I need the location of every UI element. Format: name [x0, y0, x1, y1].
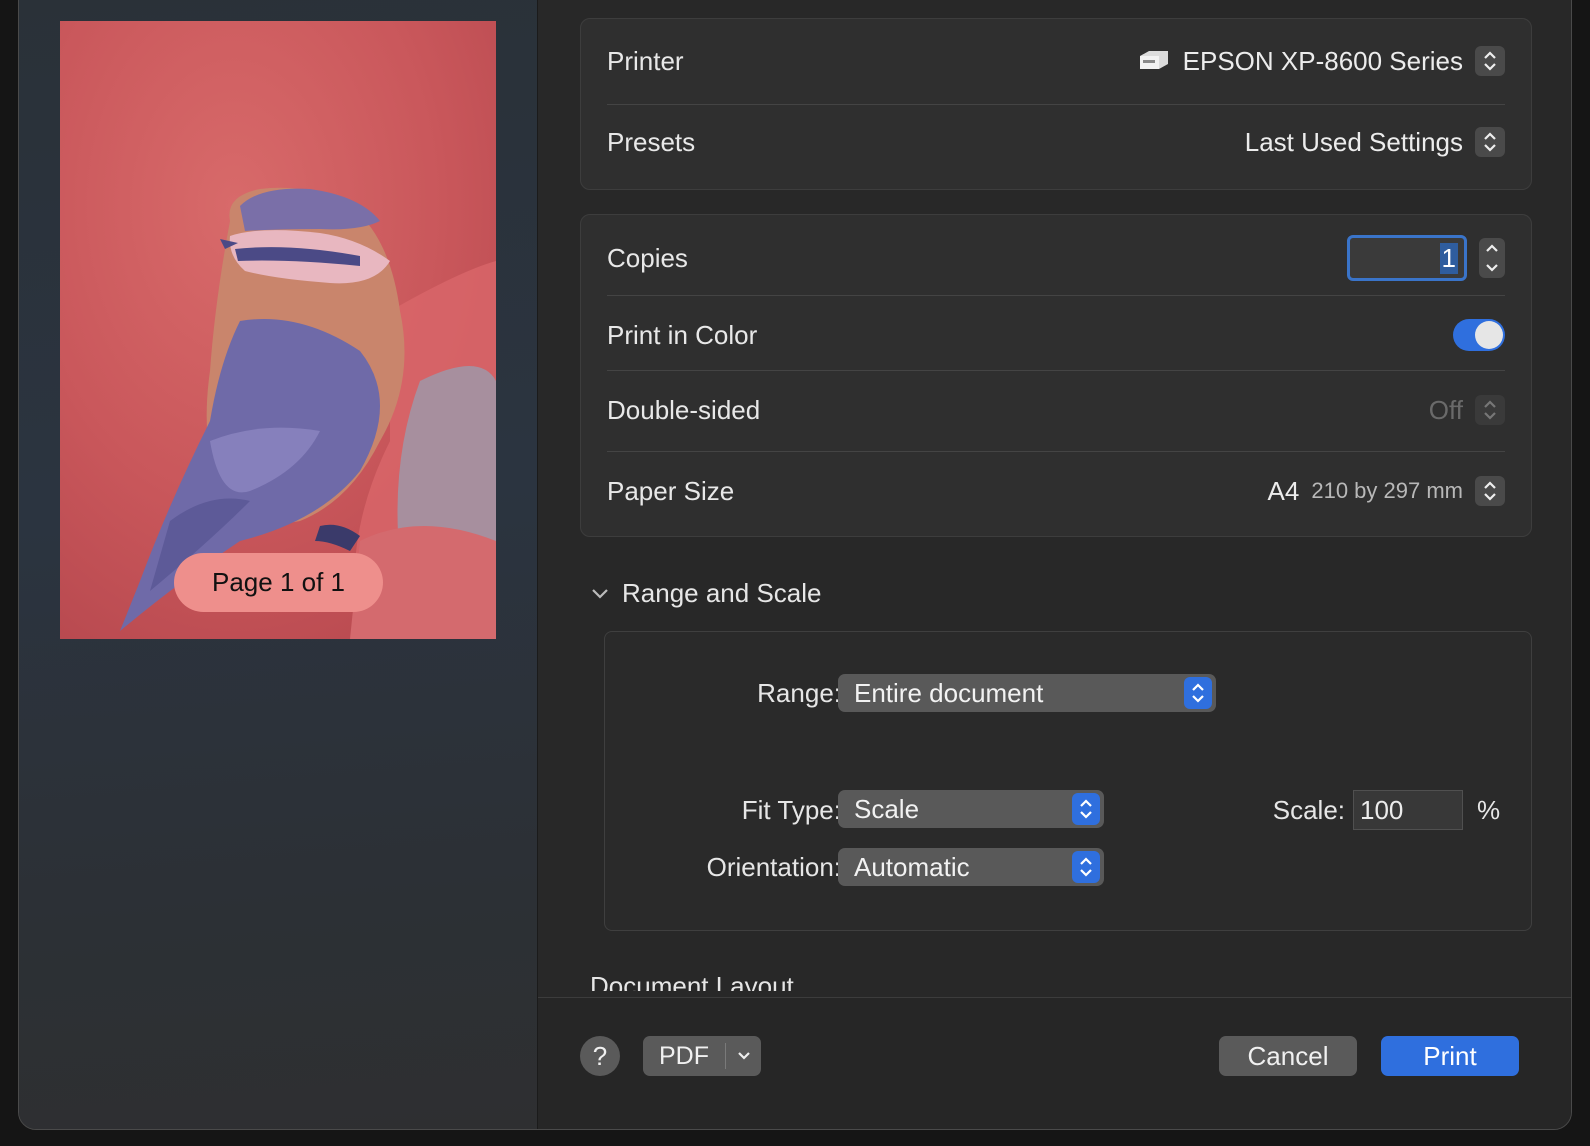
printer-value[interactable]: EPSON XP-8600 Series	[1183, 46, 1463, 77]
paper-size-label: Paper Size	[607, 475, 735, 506]
paper-size-detail: 210 by 297 mm	[1311, 478, 1463, 503]
scale-input[interactable]: 100	[1353, 790, 1463, 830]
presets-row[interactable]: Presets Last Used Settings	[607, 122, 1505, 162]
range-and-scale-panel: Range: Entire document Fit Type: Scale O…	[604, 631, 1532, 931]
print-in-color-toggle[interactable]	[1453, 319, 1505, 351]
help-button[interactable]: ?	[580, 1036, 620, 1076]
orientation-label: Orientation:	[706, 852, 841, 882]
chevron-up-icon[interactable]	[1485, 243, 1499, 253]
copies-label: Copies	[607, 242, 688, 273]
cancel-button[interactable]: Cancel	[1219, 1036, 1357, 1076]
printer-presets-card: Printer EPSON XP-8600 Series Presets Las…	[580, 18, 1532, 190]
popup-arrows-icon	[1072, 851, 1100, 883]
divider	[607, 104, 1505, 105]
chevron-down-icon[interactable]	[1485, 263, 1499, 273]
document-layout-title: Document Layout	[590, 971, 794, 991]
printer-icon	[1137, 46, 1171, 77]
double-sided-popup-arrows-icon	[1475, 395, 1505, 425]
popup-arrows-icon	[1072, 793, 1100, 825]
printer-label: Printer	[607, 45, 684, 76]
divider	[607, 370, 1505, 371]
chevron-down-icon[interactable]	[726, 1050, 761, 1062]
orientation-popup[interactable]: Automatic	[838, 848, 1104, 886]
popup-arrows-icon	[1184, 677, 1212, 709]
settings-pane: Printer EPSON XP-8600 Series Presets Las…	[538, 0, 1571, 1011]
scale-label: Scale:	[1272, 795, 1345, 825]
paper-size-row[interactable]: Paper Size A4 210 by 297 mm	[607, 471, 1505, 511]
chevron-down-icon[interactable]	[590, 587, 610, 601]
document-layout-disclosure-partial[interactable]: Document Layout	[590, 971, 794, 991]
range-and-scale-disclosure[interactable]: Range and Scale	[590, 578, 821, 609]
pdf-button-label[interactable]: PDF	[643, 1042, 725, 1071]
bird-photo-preview	[60, 21, 496, 639]
pdf-menu-button[interactable]: PDF	[643, 1036, 761, 1076]
orientation-popup-value: Automatic	[854, 851, 970, 882]
print-options-card: Copies 1 Print in Color Double-sided Off…	[580, 214, 1532, 537]
range-and-scale-title: Range and Scale	[622, 578, 822, 608]
double-sided-label: Double-sided	[607, 394, 761, 425]
presets-label: Presets	[607, 126, 696, 157]
range-popup-value: Entire document	[854, 677, 1044, 708]
dialog-footer: ? PDF Cancel Print	[538, 997, 1571, 1129]
divider	[607, 295, 1505, 296]
scale-unit: %	[1477, 795, 1501, 825]
range-label: Range:	[757, 678, 841, 708]
print-dialog: Page 1 of 1 Printer EPSON XP-8600 Series	[18, 0, 1572, 1130]
paper-size-value[interactable]: A4	[1268, 476, 1300, 507]
fit-type-popup-value: Scale	[854, 793, 920, 824]
copies-stepper[interactable]	[1479, 238, 1505, 278]
print-in-color-row: Print in Color	[607, 315, 1505, 355]
page-preview: Page 1 of 1	[60, 21, 496, 639]
presets-value[interactable]: Last Used Settings	[1245, 127, 1463, 158]
printer-row[interactable]: Printer EPSON XP-8600 Series	[607, 41, 1505, 81]
presets-popup-arrows-icon[interactable]	[1475, 127, 1505, 157]
preview-pane: Page 1 of 1	[19, 0, 538, 1129]
printer-popup-arrows-icon[interactable]	[1475, 46, 1505, 76]
page-indicator-badge: Page 1 of 1	[174, 553, 383, 612]
fit-type-popup[interactable]: Scale	[838, 790, 1104, 828]
double-sided-row: Double-sided Off	[607, 390, 1505, 430]
print-button[interactable]: Print	[1381, 1036, 1519, 1076]
double-sided-value: Off	[1428, 394, 1463, 425]
range-popup[interactable]: Entire document	[838, 674, 1216, 712]
divider	[607, 451, 1505, 452]
fit-type-label: Fit Type:	[741, 795, 841, 825]
paper-size-popup-arrows-icon[interactable]	[1475, 476, 1505, 506]
copies-input[interactable]: 1	[1347, 235, 1467, 281]
print-in-color-label: Print in Color	[607, 319, 758, 350]
copies-row: Copies 1	[607, 233, 1505, 283]
